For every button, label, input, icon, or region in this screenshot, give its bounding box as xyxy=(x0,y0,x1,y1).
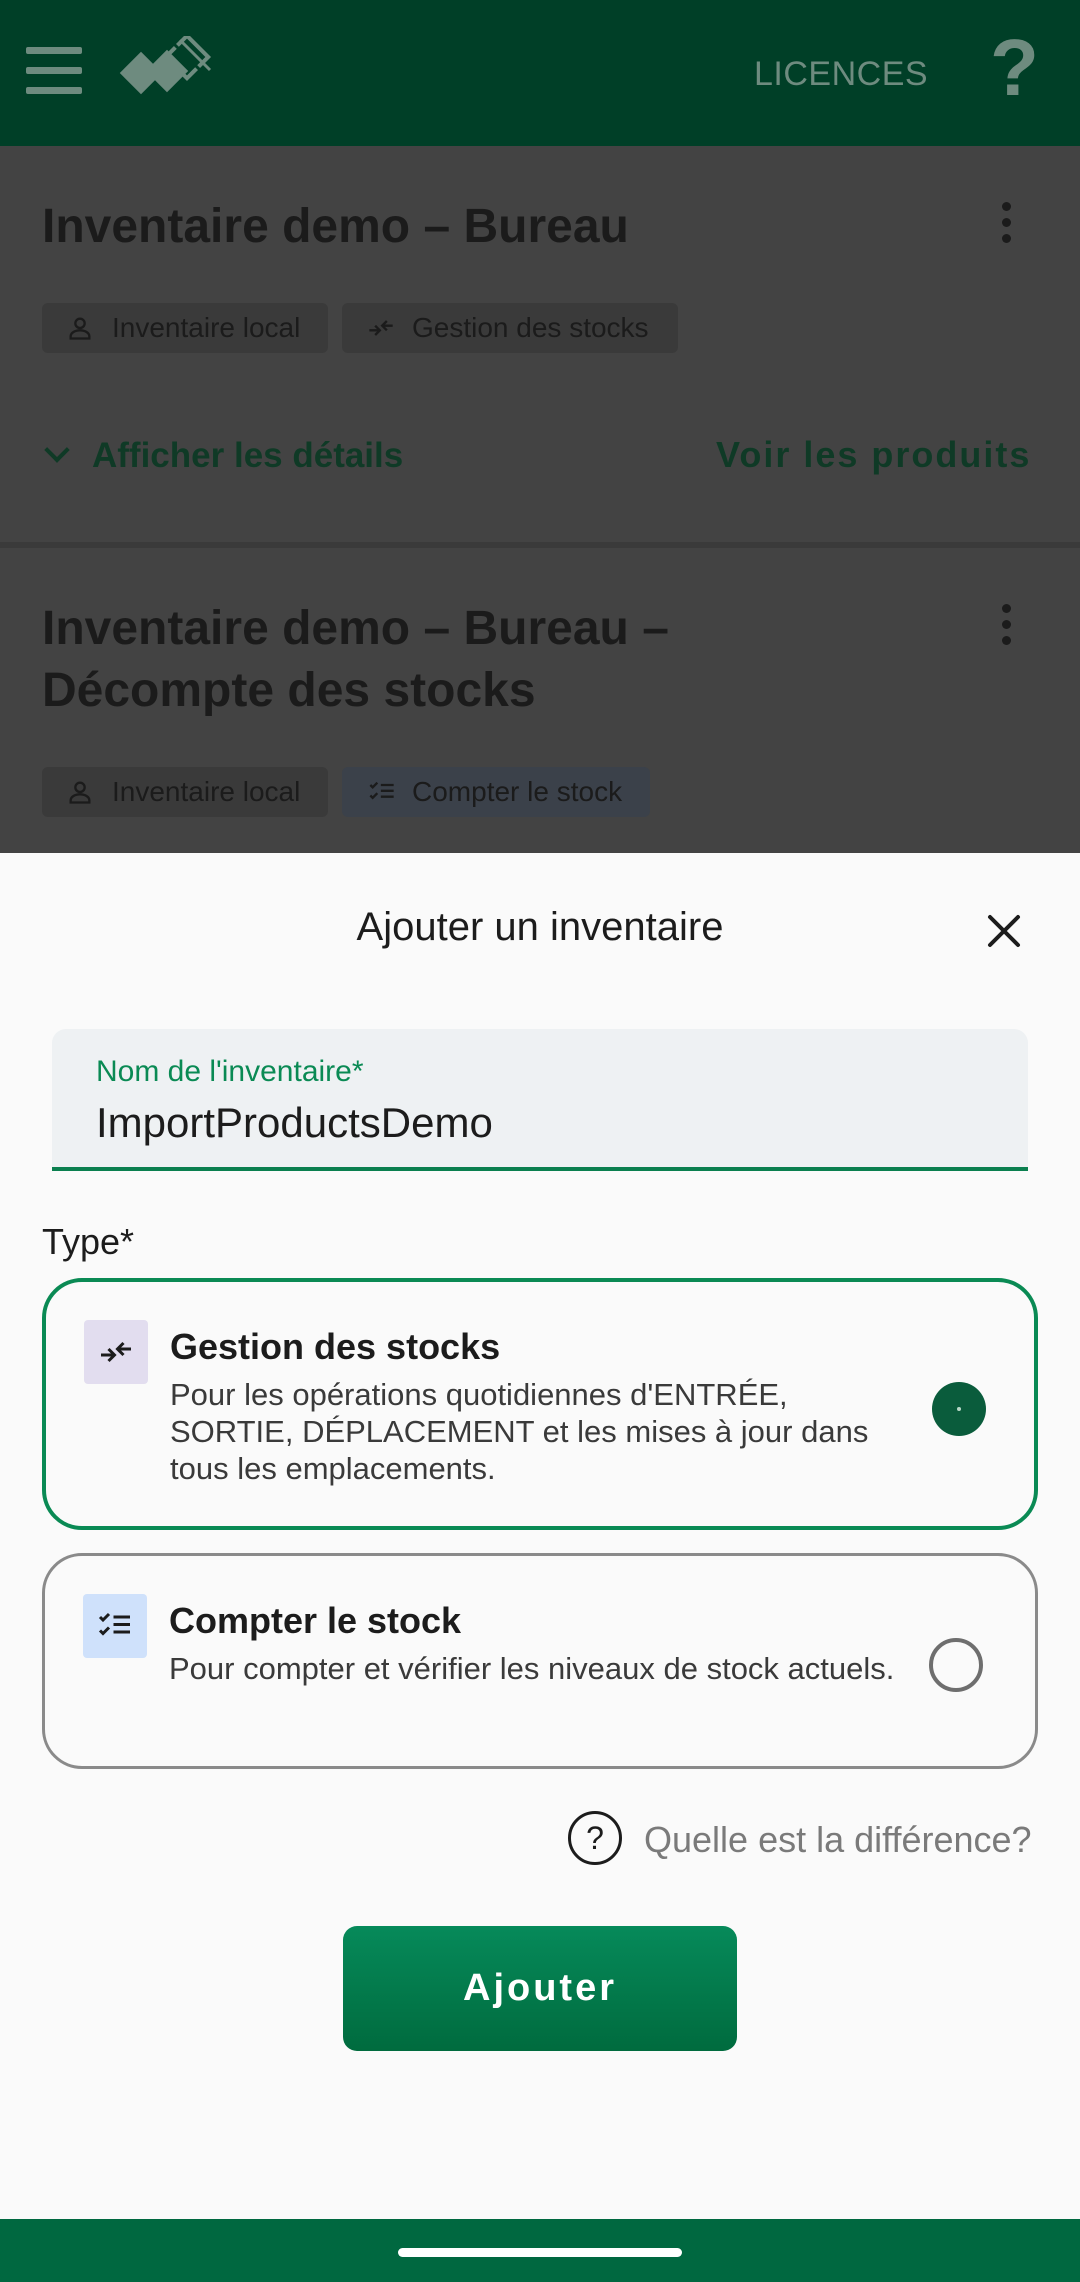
menu-icon[interactable] xyxy=(22,45,84,97)
inventory-title: Inventaire demo – Bureau xyxy=(42,200,629,253)
licences-link[interactable]: LICENCES xyxy=(754,55,928,94)
view-products-button[interactable]: Voir les produits xyxy=(716,434,1031,476)
add-button[interactable]: Ajouter xyxy=(343,1926,737,2051)
chevron-down-icon xyxy=(44,437,70,463)
radio-selected[interactable] xyxy=(932,1382,986,1436)
chip-type: Gestion des stocks xyxy=(342,303,678,353)
help-icon[interactable]: ? xyxy=(990,28,1039,108)
show-details-button[interactable]: Afficher les détails xyxy=(44,436,404,476)
inventory-name-field[interactable]: Nom de l'inventaire* ImportProductsDemo xyxy=(52,1029,1028,1171)
more-options-icon[interactable] xyxy=(996,604,1016,652)
checklist-icon xyxy=(83,1594,147,1658)
system-nav-bar xyxy=(0,2219,1080,2282)
chip-label: Compter le stock xyxy=(412,776,623,807)
chip-label: Inventaire local xyxy=(112,776,301,807)
inventory-card[interactable]: Inventaire demo – Bureau Inventaire loca… xyxy=(0,146,1080,542)
app-logo xyxy=(119,36,212,95)
option-count-stock[interactable]: Compter le stock Pour compter et vérifie… xyxy=(42,1553,1038,1769)
app-bar: LICENCES ? xyxy=(0,0,1080,146)
radio-unselected[interactable] xyxy=(929,1638,983,1692)
home-gesture-handle[interactable] xyxy=(398,2248,682,2257)
chip-label: Gestion des stocks xyxy=(412,312,649,343)
difference-link-label: Quelle est la différence? xyxy=(644,1819,1032,1860)
option-description: Pour compter et vérifier les niveaux de … xyxy=(169,1651,895,1686)
option-title: Compter le stock xyxy=(169,1600,462,1641)
more-options-icon[interactable] xyxy=(996,202,1016,250)
chip-type: Compter le stock xyxy=(342,767,650,817)
option-title: Gestion des stocks xyxy=(170,1326,501,1367)
inventory-card[interactable]: Inventaire demo – Bureau – Décompte des … xyxy=(0,548,1080,854)
chip-local: Inventaire local xyxy=(42,767,328,817)
type-label: Type* xyxy=(42,1221,135,1262)
inventory-name-label: Nom de l'inventaire* xyxy=(96,1055,364,1088)
person-icon xyxy=(69,317,91,340)
inventory-title: Inventaire demo – Bureau – Décompte des … xyxy=(42,602,669,717)
option-stock-management[interactable]: Gestion des stocks Pour les opérations q… xyxy=(42,1278,1038,1530)
sheet-title: Ajouter un inventaire xyxy=(356,905,724,949)
person-icon xyxy=(69,781,91,804)
close-icon[interactable] xyxy=(980,907,1028,955)
inventory-name-input[interactable]: ImportProductsDemo xyxy=(96,1099,493,1147)
chip-local: Inventaire local xyxy=(42,303,328,353)
option-description: Pour les opérations quotidiennes d'ENTRÉ… xyxy=(170,1377,869,1486)
chip-label: Inventaire local xyxy=(112,312,301,343)
stock-management-icon xyxy=(84,1320,148,1384)
show-details-label: Afficher les détails xyxy=(92,436,404,475)
question-icon: ? xyxy=(568,1811,622,1865)
stock-management-icon xyxy=(369,320,393,336)
checklist-icon xyxy=(369,781,394,800)
add-inventory-sheet: Ajouter un inventaire Nom de l'inventair… xyxy=(0,853,1080,2219)
